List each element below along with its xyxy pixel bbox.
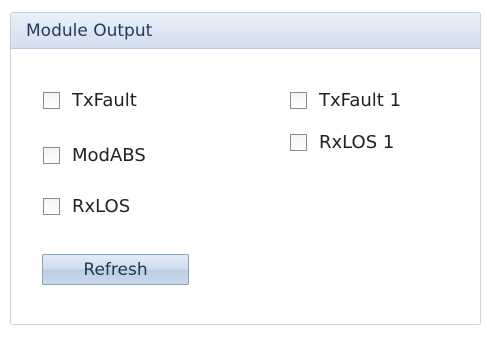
modabs-checkbox[interactable]	[43, 147, 60, 164]
modabs-label: ModABS	[72, 145, 146, 166]
refresh-button[interactable]: Refresh	[42, 254, 189, 285]
rxlos-1-checkbox-row[interactable]: RxLOS 1	[290, 132, 394, 153]
rxlos-1-checkbox[interactable]	[290, 134, 307, 151]
txfault-label: TxFault	[72, 90, 137, 111]
rxlos-checkbox[interactable]	[43, 198, 60, 215]
panel-body: TxFault ModABS RxLOS TxFault 1 RxLOS 1 R…	[11, 49, 480, 324]
module-output-panel: Module Output TxFault ModABS RxLOS TxFau…	[10, 12, 481, 325]
rxlos-checkbox-row[interactable]: RxLOS	[43, 196, 130, 217]
panel-title: Module Output	[26, 21, 153, 41]
txfault-1-checkbox[interactable]	[290, 92, 307, 109]
txfault-checkbox[interactable]	[43, 92, 60, 109]
rxlos-1-label: RxLOS 1	[319, 132, 395, 153]
txfault-1-label: TxFault 1	[319, 90, 402, 111]
txfault-1-checkbox-row[interactable]: TxFault 1	[290, 90, 401, 111]
panel-header: Module Output	[11, 13, 480, 49]
rxlos-label: RxLOS	[72, 196, 131, 217]
txfault-checkbox-row[interactable]: TxFault	[43, 90, 137, 111]
modabs-checkbox-row[interactable]: ModABS	[43, 145, 146, 166]
